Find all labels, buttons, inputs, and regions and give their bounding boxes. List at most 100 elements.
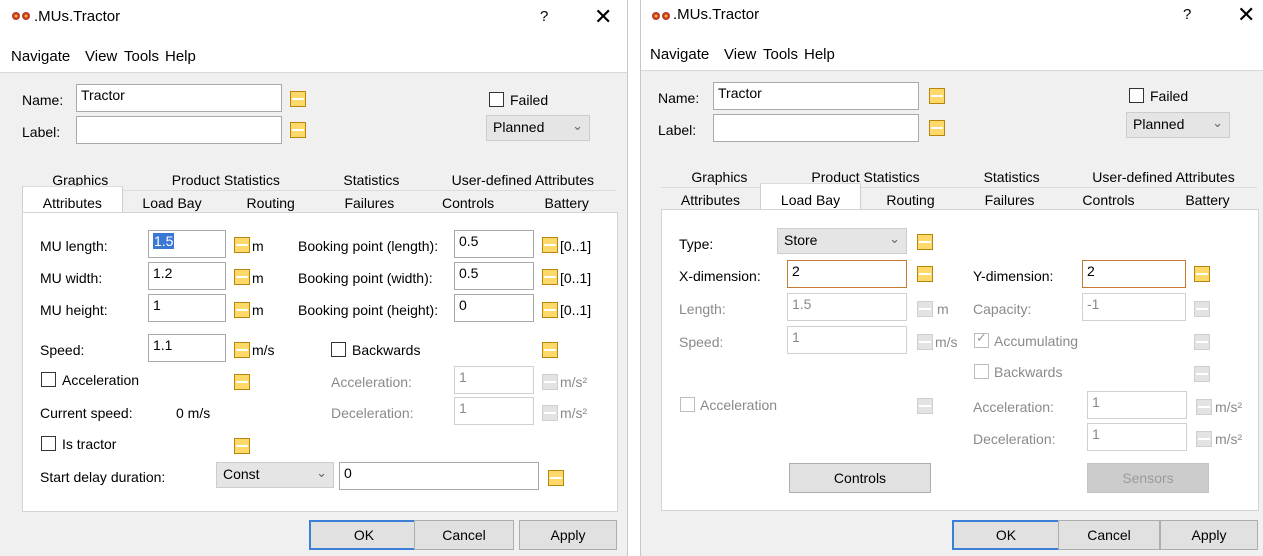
checkmark-icon: ✓ [976,330,987,345]
speed-control-icon [917,334,933,350]
acceleration-control-icon [917,398,933,414]
y-dimension-input[interactable]: 2 [1082,260,1186,288]
name-input[interactable]: Tractor [76,84,282,112]
name-input[interactable]: Tractor [713,82,919,110]
decel-value-label: Deceleration: [973,431,1056,447]
booking-width-input[interactable]: 0.5 [454,262,534,290]
menu-navigate[interactable]: Navigate [650,46,709,63]
tab-controls[interactable]: Controls [418,190,518,214]
tab-controls[interactable]: Controls [1059,187,1158,211]
accel-unit: m/s² [560,374,588,390]
mu-height-input[interactable]: 1 [148,294,226,322]
acceleration-control-icon[interactable] [234,374,250,390]
acceleration-checkbox[interactable] [41,372,56,387]
x-dimension-input[interactable]: 2 [787,260,907,288]
label-input[interactable] [713,114,919,142]
tab-product-statistics[interactable]: Product Statistics [138,168,313,192]
name-control-icon[interactable] [290,91,306,107]
tab-failures[interactable]: Failures [960,187,1059,211]
booking-width-control-icon[interactable] [542,269,558,285]
label-label: Label: [658,122,697,138]
current-speed-value: 0 m/s [176,405,211,421]
failed-checkbox[interactable] [489,92,504,107]
tab-routing[interactable]: Routing [221,190,321,214]
ok-button[interactable]: OK [952,520,1060,550]
accel-control-icon [542,374,558,390]
capacity-input: -1 [1082,293,1186,321]
tab-routing[interactable]: Routing [861,187,960,211]
accumulating-label: Accumulating [994,333,1079,349]
tab-statistics[interactable]: Statistics [953,165,1070,189]
decel-control-icon [1196,431,1212,447]
speed-control-icon[interactable] [234,342,250,358]
tab-attributes[interactable]: Attributes [661,187,760,211]
tab-user-defined-attributes[interactable]: User-defined Attributes [430,168,616,192]
tab-row-lower: Attributes Load Bay Routing Failures Con… [22,186,617,217]
is-tractor-control-icon[interactable] [234,438,250,454]
y-dimension-control-icon[interactable] [1194,266,1210,282]
mu-length-control-icon[interactable] [234,237,250,253]
booking-height-input[interactable]: 0 [454,294,534,322]
failed-label: Failed [1150,88,1189,104]
close-icon[interactable]: ✕ [594,4,612,30]
length-unit: m [937,301,949,317]
x-dimension-label: X-dimension: [679,268,761,284]
menu-help[interactable]: Help [804,46,835,63]
mu-width-control-icon[interactable] [234,269,250,285]
is-tractor-checkbox[interactable] [41,436,56,451]
controls-button[interactable]: Controls [789,463,931,493]
tab-load-bay[interactable]: Load Bay [122,190,222,214]
status-select[interactable]: Planned ⌄ [1126,112,1230,138]
cancel-button[interactable]: Cancel [1058,520,1160,550]
chevron-down-icon: ⌄ [1212,115,1223,130]
cancel-button[interactable]: Cancel [414,520,514,550]
help-icon[interactable]: ? [540,8,548,25]
failed-checkbox[interactable] [1129,88,1144,103]
booking-length-input[interactable]: 0.5 [454,230,534,258]
menu-view[interactable]: View [724,46,756,63]
menu-help[interactable]: Help [165,48,196,65]
acceleration-label: Acceleration [62,372,140,388]
speed-unit: m/s [935,334,958,350]
booking-length-control-icon[interactable] [542,237,558,253]
label-control-icon[interactable] [929,120,945,136]
mu-width-input[interactable]: 1.2 [148,262,226,290]
tab-battery[interactable]: Battery [1158,187,1257,211]
apply-button[interactable]: Apply [519,520,617,550]
apply-button[interactable]: Apply [1160,520,1258,550]
help-icon[interactable]: ? [1183,6,1191,23]
accel-input: 1 [454,366,534,394]
menu-navigate[interactable]: Navigate [11,48,70,65]
close-icon[interactable]: ✕ [1237,2,1255,28]
tab-failures[interactable]: Failures [320,190,419,214]
tab-user-defined-attributes[interactable]: User-defined Attributes [1070,165,1257,189]
tab-battery[interactable]: Battery [517,190,617,214]
type-control-icon[interactable] [917,234,933,250]
menu-tools[interactable]: Tools [124,48,159,65]
acceleration-checkbox [680,397,695,412]
backwards-control-icon[interactable] [542,342,558,358]
tab-statistics[interactable]: Statistics [313,168,429,192]
label-control-icon[interactable] [290,122,306,138]
menu-view[interactable]: View [85,48,117,65]
capacity-control-icon [1194,301,1210,317]
start-delay-type-select[interactable]: Const ⌄ [216,462,334,488]
type-select[interactable]: Store ⌄ [777,228,907,254]
label-input[interactable] [76,116,282,144]
menu-tools[interactable]: Tools [763,46,798,63]
booking-height-control-icon[interactable] [542,302,558,318]
start-delay-control-icon[interactable] [548,470,564,486]
backwards-checkbox[interactable] [331,342,346,357]
is-tractor-label: Is tractor [62,436,117,452]
x-dimension-control-icon[interactable] [917,266,933,282]
accel-unit: m/s² [1215,399,1243,415]
name-control-icon[interactable] [929,88,945,104]
start-delay-input[interactable]: 0 [339,462,539,490]
mu-length-input[interactable]: 1.5 [148,230,226,258]
ok-button[interactable]: OK [309,520,419,550]
speed-input[interactable]: 1.1 [148,334,226,362]
decel-unit: m/s² [560,405,588,421]
decel-input: 1 [454,397,534,425]
mu-height-control-icon[interactable] [234,302,250,318]
status-select[interactable]: Planned ⌄ [486,115,590,141]
